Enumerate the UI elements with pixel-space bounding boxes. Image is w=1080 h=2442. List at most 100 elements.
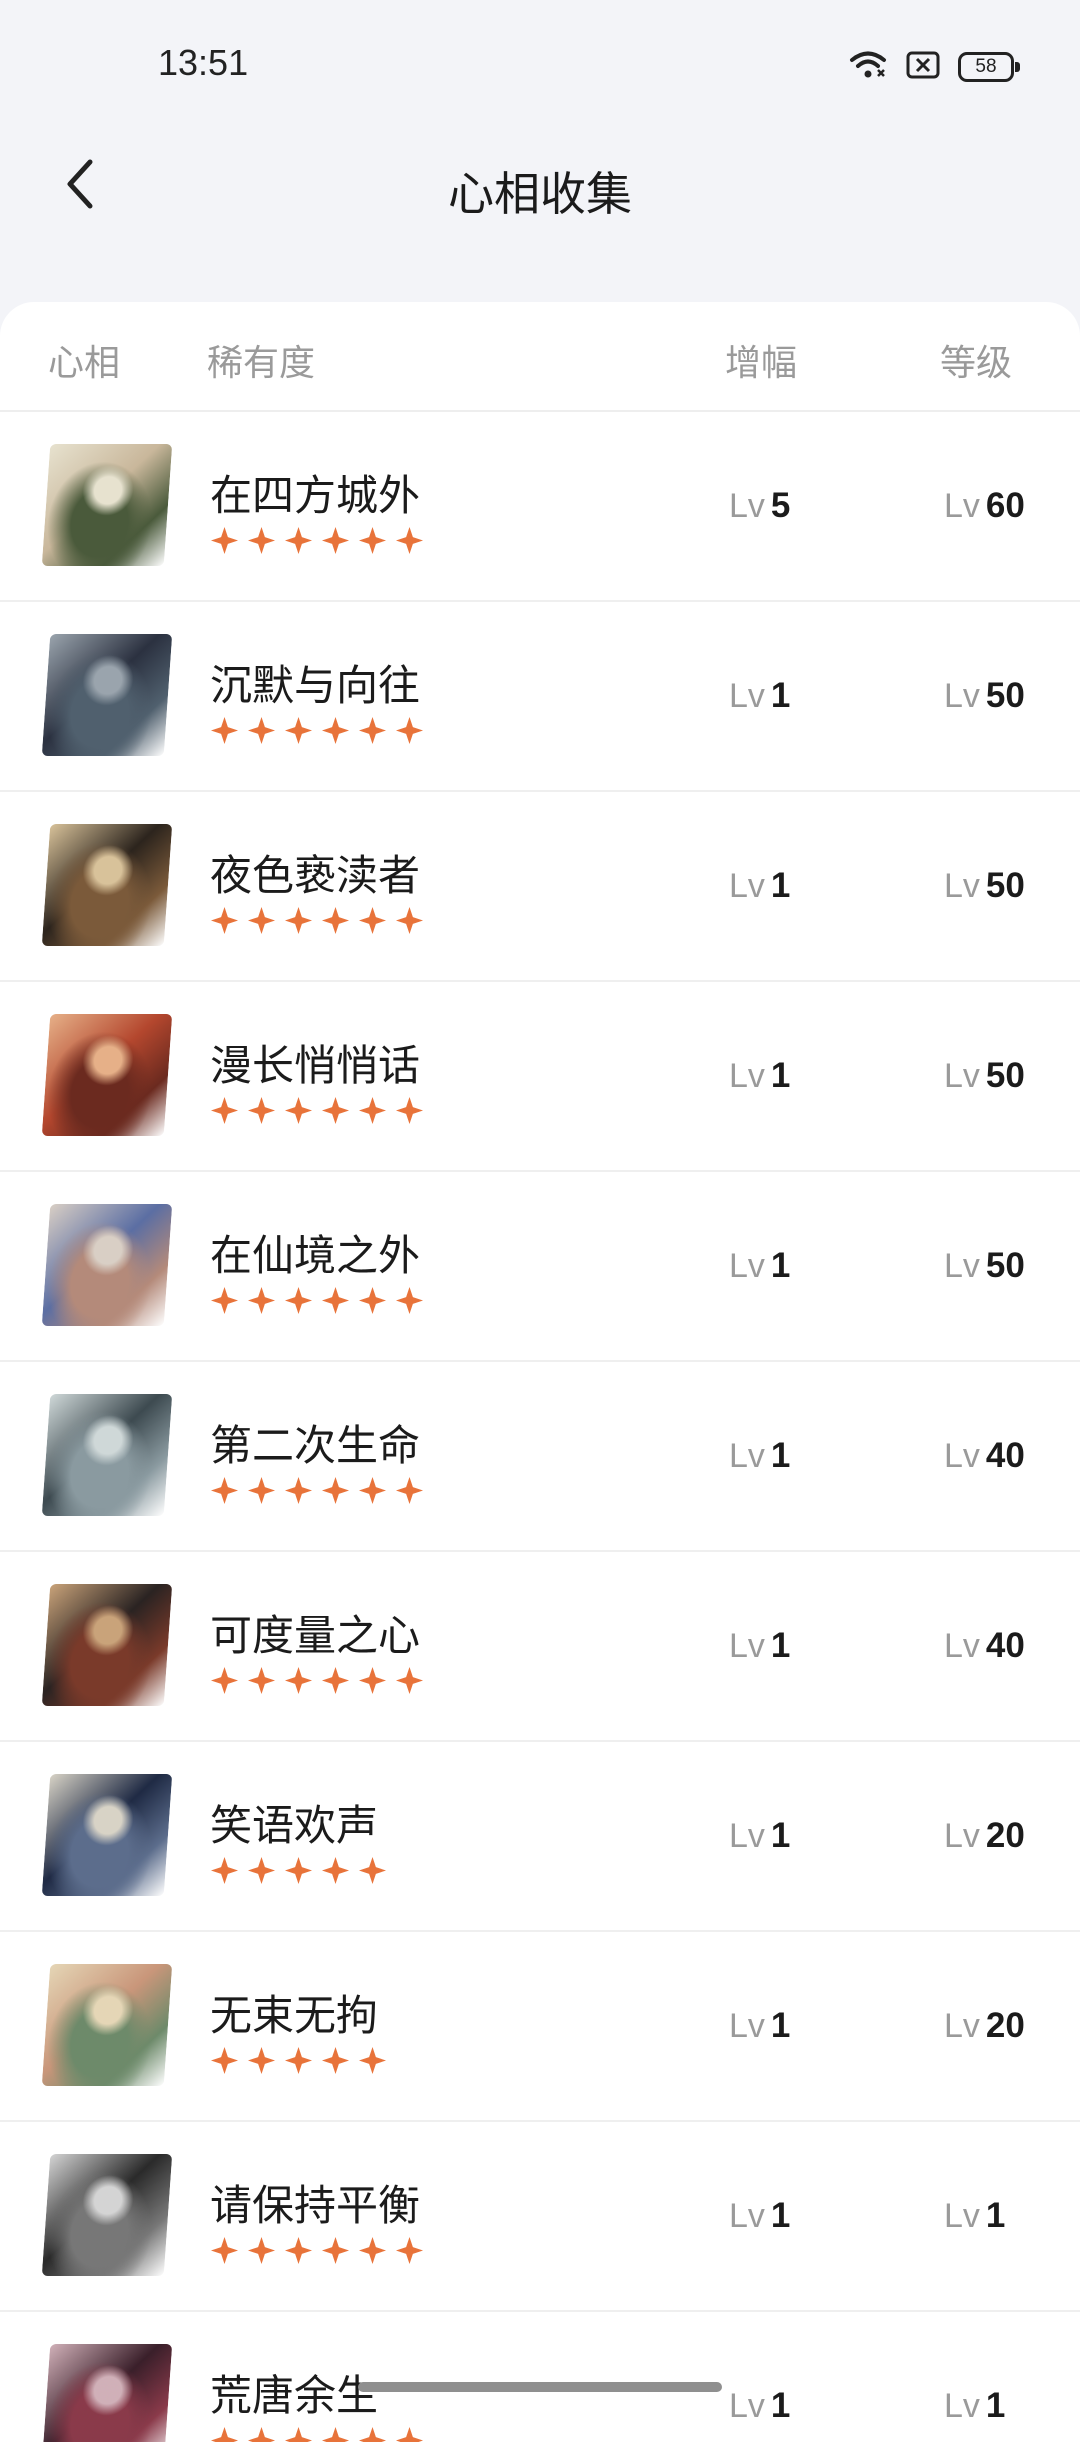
item-name: 在四方城外 bbox=[210, 471, 421, 520]
lv-value: 1 bbox=[770, 1246, 791, 1285]
lv-prefix: Lv bbox=[729, 2197, 765, 2235]
star-icon bbox=[321, 1286, 350, 1315]
lv-prefix: Lv bbox=[944, 1437, 980, 1475]
item-level: Lv 50 bbox=[944, 1056, 1025, 1096]
boost-level: Lv 1 bbox=[729, 1246, 790, 1286]
wifi-icon bbox=[848, 50, 888, 84]
lv-prefix: Lv bbox=[729, 867, 765, 905]
star-icon bbox=[284, 2236, 313, 2265]
table-row[interactable]: 请保持平衡 Lv 1 Lv 1 bbox=[0, 2122, 1080, 2312]
star-icon bbox=[321, 1476, 350, 1505]
avatar bbox=[41, 2344, 173, 2442]
star-icon bbox=[284, 1856, 313, 1885]
lv-prefix: Lv bbox=[729, 2387, 765, 2425]
boost-level: Lv 1 bbox=[729, 2196, 790, 2236]
lv-prefix: Lv bbox=[944, 2197, 980, 2235]
item-name: 夜色亵渎者 bbox=[210, 851, 421, 900]
table-row[interactable]: 无束无拘 Lv 1 Lv 20 bbox=[0, 1932, 1080, 2122]
lv-prefix: Lv bbox=[729, 677, 765, 715]
table-row[interactable]: 可度量之心 Lv 1 Lv 40 bbox=[0, 1552, 1080, 1742]
lv-prefix: Lv bbox=[729, 1627, 765, 1665]
star-icon bbox=[210, 716, 239, 745]
rarity-stars bbox=[210, 2426, 424, 2442]
avatar bbox=[41, 1584, 173, 1706]
lv-value: 20 bbox=[985, 1816, 1025, 1855]
star-icon bbox=[284, 716, 313, 745]
star-icon bbox=[321, 1666, 350, 1695]
star-icon bbox=[358, 1666, 387, 1695]
table-row[interactable]: 第二次生命 Lv 1 Lv 40 bbox=[0, 1362, 1080, 1552]
boost-level: Lv 1 bbox=[729, 2386, 790, 2426]
star-icon bbox=[210, 906, 239, 935]
avatar bbox=[41, 444, 173, 566]
boost-level: Lv 1 bbox=[729, 1436, 790, 1476]
item-level: Lv 40 bbox=[944, 1436, 1025, 1476]
lv-value: 1 bbox=[770, 676, 791, 715]
star-icon bbox=[247, 1856, 276, 1885]
star-icon bbox=[321, 2236, 350, 2265]
star-icon bbox=[358, 1286, 387, 1315]
star-icon bbox=[284, 1286, 313, 1315]
table-row[interactable]: 在四方城外 Lv 5 Lv 60 bbox=[0, 412, 1080, 602]
boost-level: Lv 1 bbox=[729, 676, 790, 716]
lv-value: 1 bbox=[770, 2386, 791, 2425]
table-header: 心相 稀有度 增幅 等级 bbox=[0, 302, 1080, 412]
sim-off-icon bbox=[906, 51, 940, 83]
status-time: 13:51 bbox=[158, 42, 249, 83]
lv-value: 5 bbox=[770, 486, 791, 525]
star-icon bbox=[284, 1476, 313, 1505]
star-icon bbox=[321, 716, 350, 745]
table-row[interactable]: 笑语欢声 Lv 1 Lv 20 bbox=[0, 1742, 1080, 1932]
star-icon bbox=[247, 526, 276, 555]
lv-value: 1 bbox=[770, 1056, 791, 1095]
star-icon bbox=[321, 1096, 350, 1125]
table-row[interactable]: 荒唐余生 Lv 1 Lv 1 bbox=[0, 2312, 1080, 2442]
item-name: 第二次生命 bbox=[210, 1421, 421, 1470]
lv-value: 1 bbox=[770, 2196, 791, 2235]
table-row[interactable]: 沉默与向往 Lv 1 Lv 50 bbox=[0, 602, 1080, 792]
star-icon bbox=[358, 1476, 387, 1505]
status-bar: 13:51 58 bbox=[0, 0, 1080, 130]
item-name: 可度量之心 bbox=[210, 1611, 421, 1660]
lv-value: 1 bbox=[770, 866, 791, 905]
star-icon bbox=[247, 716, 276, 745]
column-header-rarity: 稀有度 bbox=[207, 343, 316, 384]
status-icons: 58 bbox=[848, 50, 1020, 84]
item-level: Lv 20 bbox=[944, 2006, 1025, 2046]
app-header: 心相收集 bbox=[0, 130, 1080, 250]
star-icon bbox=[321, 906, 350, 935]
lv-value: 20 bbox=[985, 2006, 1025, 2045]
star-icon bbox=[395, 2426, 424, 2442]
star-icon bbox=[395, 526, 424, 555]
lv-prefix: Lv bbox=[729, 1247, 765, 1285]
home-indicator[interactable] bbox=[358, 2382, 722, 2392]
star-icon bbox=[210, 1476, 239, 1505]
avatar bbox=[41, 1014, 173, 1136]
star-icon bbox=[247, 2046, 276, 2075]
item-name: 荒唐余生 bbox=[210, 2371, 379, 2420]
star-icon bbox=[210, 1096, 239, 1125]
star-icon bbox=[321, 1856, 350, 1885]
boost-level: Lv 5 bbox=[729, 486, 790, 526]
star-icon bbox=[358, 526, 387, 555]
star-icon bbox=[247, 1476, 276, 1505]
star-icon bbox=[210, 2426, 239, 2442]
lv-prefix: Lv bbox=[944, 867, 980, 905]
lv-prefix: Lv bbox=[944, 487, 980, 525]
table-row[interactable]: 漫长悄悄话 Lv 1 Lv 50 bbox=[0, 982, 1080, 1172]
item-level: Lv 50 bbox=[944, 1246, 1025, 1286]
star-icon bbox=[247, 1096, 276, 1125]
lv-value: 50 bbox=[985, 866, 1025, 905]
column-header-boost: 增幅 bbox=[725, 343, 798, 384]
table-row[interactable]: 在仙境之外 Lv 1 Lv 50 bbox=[0, 1172, 1080, 1362]
lv-prefix: Lv bbox=[729, 1437, 765, 1475]
star-icon bbox=[210, 526, 239, 555]
rarity-stars bbox=[210, 1666, 424, 1695]
avatar bbox=[41, 1394, 173, 1516]
rarity-stars bbox=[210, 1856, 387, 1885]
star-icon bbox=[321, 526, 350, 555]
star-icon bbox=[395, 1666, 424, 1695]
rarity-stars bbox=[210, 2236, 424, 2265]
rarity-stars bbox=[210, 2046, 387, 2075]
table-row[interactable]: 夜色亵渎者 Lv 1 Lv 50 bbox=[0, 792, 1080, 982]
